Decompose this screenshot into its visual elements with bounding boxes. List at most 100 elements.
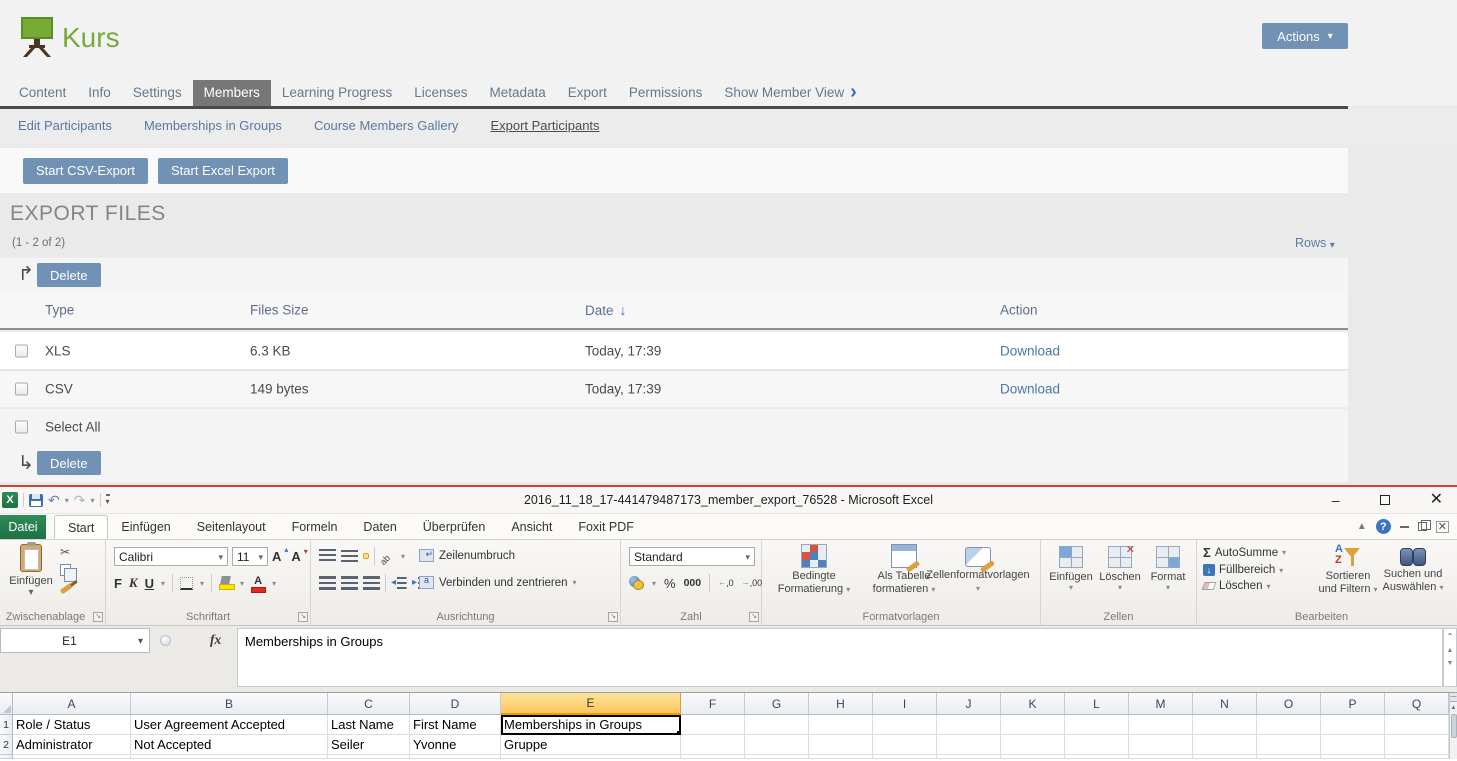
cut-icon[interactable]: ✂ xyxy=(60,546,70,558)
dialog-launcher-icon[interactable]: ↘ xyxy=(608,612,618,622)
delete-button-bottom[interactable]: Delete xyxy=(37,451,101,475)
ribbon-tab-formeln[interactable]: Formeln xyxy=(279,515,351,539)
actions-button[interactable]: Actions ▾ xyxy=(1262,23,1348,49)
accounting-format-icon[interactable] xyxy=(629,576,644,590)
cell-g2[interactable] xyxy=(745,735,809,755)
cell-a2[interactable]: Administrator xyxy=(13,735,131,755)
cell-i1[interactable] xyxy=(873,715,937,735)
formula-input-area[interactable] xyxy=(237,628,1443,687)
help-icon[interactable]: ? xyxy=(1376,519,1391,534)
cell-c1[interactable]: Last Name xyxy=(328,715,410,735)
column-header-o[interactable]: O xyxy=(1257,693,1321,715)
cell-n2[interactable] xyxy=(1193,735,1257,755)
cell-f3[interactable] xyxy=(681,755,745,759)
ribbon-tab-start[interactable]: Start xyxy=(54,515,108,539)
fill-color-icon[interactable] xyxy=(219,576,233,590)
cell-d1[interactable]: First Name xyxy=(410,715,501,735)
align-right-icon[interactable] xyxy=(363,576,380,590)
rows-dropdown[interactable]: Rows ▾ xyxy=(1295,236,1335,250)
cell-m2[interactable] xyxy=(1129,735,1193,755)
column-header-h[interactable]: H xyxy=(809,693,873,715)
orientation-dropdown-icon[interactable]: ▾ xyxy=(401,552,405,561)
align-left-icon[interactable] xyxy=(319,576,336,590)
subtab-edit-participants[interactable]: Edit Participants xyxy=(18,118,112,133)
column-header-d[interactable]: D xyxy=(410,693,501,715)
orientation-icon[interactable] xyxy=(380,549,396,563)
align-bottom-active[interactable] xyxy=(363,553,369,559)
autosum-button[interactable]: Σ AutoSumme ▾ xyxy=(1203,545,1286,560)
maximize-button[interactable] xyxy=(1380,493,1390,507)
start-csv-export-button[interactable]: Start CSV-Export xyxy=(23,158,148,184)
cell-e1-selected[interactable]: Memberships in Groups xyxy=(501,715,681,735)
column-header-i[interactable]: I xyxy=(873,693,937,715)
cell-e3[interactable] xyxy=(501,755,681,759)
number-format-select[interactable]: Standard ▾ xyxy=(629,547,755,566)
font-name-select[interactable]: Calibri ▾ xyxy=(114,547,228,566)
ribbon-tab-ansicht[interactable]: Ansicht xyxy=(498,515,565,539)
redo-icon[interactable]: ↷ xyxy=(74,493,86,507)
cell-f1[interactable] xyxy=(681,715,745,735)
ribbon-tab-foxit-pdf[interactable]: Foxit PDF xyxy=(565,515,647,539)
cell-c2[interactable]: Seiler xyxy=(328,735,410,755)
wrap-text-button[interactable]: Zeilenumbruch xyxy=(419,549,569,562)
cell-g3[interactable] xyxy=(745,755,809,759)
scrollbar-thumb[interactable] xyxy=(1451,714,1457,738)
cell-l2[interactable] xyxy=(1065,735,1129,755)
tab-metadata[interactable]: Metadata xyxy=(479,80,557,106)
tab-settings[interactable]: Settings xyxy=(122,80,193,106)
cell-k2[interactable] xyxy=(1001,735,1065,755)
ribbon-tab-ueberpruefen[interactable]: Überprüfen xyxy=(410,515,499,539)
column-header-p[interactable]: P xyxy=(1321,693,1385,715)
cell-j1[interactable] xyxy=(937,715,1001,735)
font-color-dropdown-icon[interactable]: ▾ xyxy=(272,579,276,588)
ribbon-tab-datei[interactable]: Datei xyxy=(0,515,46,539)
column-header-e-selected[interactable]: E xyxy=(501,693,681,715)
fill-handle[interactable] xyxy=(676,730,681,735)
font-color-icon[interactable]: A xyxy=(251,576,265,591)
column-header-j[interactable]: J xyxy=(937,693,1001,715)
cell-c3[interactable] xyxy=(328,755,410,759)
customize-toolbar-icon[interactable]: ▾ xyxy=(106,494,110,506)
select-all-checkbox[interactable] xyxy=(15,421,28,434)
scroll-up-icon[interactable]: ▲ xyxy=(1447,647,1454,654)
tab-content[interactable]: Content xyxy=(8,80,77,106)
split-handle[interactable]: — xyxy=(1450,693,1457,702)
cell-o1[interactable] xyxy=(1257,715,1321,735)
row-header-1[interactable]: 1 xyxy=(0,715,13,735)
find-select-button[interactable]: Suchen und Auswählen ▾ xyxy=(1381,545,1445,594)
name-box[interactable]: E1 ▾ xyxy=(0,628,150,653)
clear-button[interactable]: Löschen ▾ xyxy=(1203,580,1286,592)
column-header-c[interactable]: C xyxy=(328,693,410,715)
row-header-3[interactable] xyxy=(0,755,13,759)
excel-app-icon[interactable]: X xyxy=(2,492,18,508)
redo-dropdown-icon[interactable]: ▾ xyxy=(90,496,94,505)
row-checkbox[interactable] xyxy=(15,383,28,396)
grow-font-icon[interactable]: A xyxy=(272,549,287,564)
select-all-corner[interactable] xyxy=(0,693,13,715)
cell-h2[interactable] xyxy=(809,735,873,755)
column-header-f[interactable]: F xyxy=(681,693,745,715)
cell-l1[interactable] xyxy=(1065,715,1129,735)
cell-o3[interactable] xyxy=(1257,755,1321,759)
accounting-dropdown-icon[interactable]: ▾ xyxy=(652,579,656,588)
column-header-a[interactable]: A xyxy=(13,693,131,715)
underline-button[interactable]: U xyxy=(145,576,154,591)
cell-e2[interactable]: Gruppe xyxy=(501,735,681,755)
comma-style-button[interactable]: 000 xyxy=(684,577,702,589)
workbook-minimize-icon[interactable] xyxy=(1400,526,1409,528)
column-header-files-size[interactable]: Files Size xyxy=(250,303,309,318)
dialog-launcher-icon[interactable]: ↘ xyxy=(749,612,759,622)
column-header-m[interactable]: M xyxy=(1129,693,1193,715)
tab-show-member-view[interactable]: Show Member View › xyxy=(713,80,867,106)
tab-members[interactable]: Members xyxy=(193,80,271,106)
cell-j2[interactable] xyxy=(937,735,1001,755)
increase-decimal-icon[interactable]: ,0 xyxy=(718,578,734,588)
row-header-2[interactable]: 2 xyxy=(0,735,13,755)
italic-button[interactable]: K xyxy=(129,575,138,591)
download-link[interactable]: Download xyxy=(1000,343,1060,358)
cell-p3[interactable] xyxy=(1321,755,1385,759)
column-header-q[interactable]: Q xyxy=(1385,693,1449,715)
workbook-close-icon[interactable]: ✕ xyxy=(1436,521,1449,533)
align-top-icon[interactable] xyxy=(319,549,336,563)
ribbon-tab-daten[interactable]: Daten xyxy=(350,515,409,539)
